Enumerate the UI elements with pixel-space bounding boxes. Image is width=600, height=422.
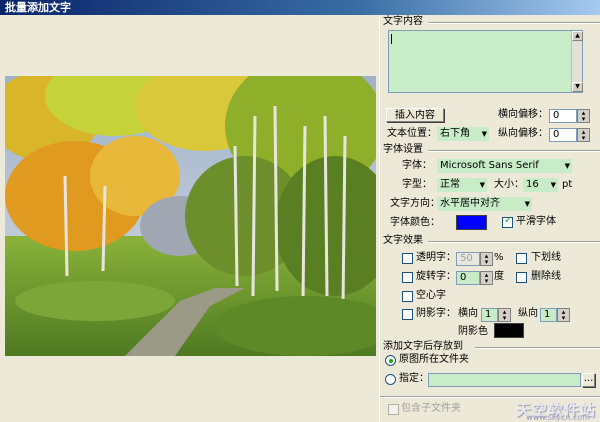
rotate-input[interactable]: 0 [456,271,480,285]
size-label: 大小： [494,179,524,190]
window-title: 批量添加文字 [0,0,600,15]
font-color-swatch[interactable] [456,215,487,230]
position-select[interactable]: 右下角 ▼ [437,127,489,141]
hollow-label: 空心字 [416,290,446,301]
scroll-up-icon[interactable]: ▲ [572,31,583,41]
shadow-v-spinner[interactable]: ▴ ▾ [557,308,570,322]
font-select[interactable]: Microsoft Sans Serif ▼ [437,159,572,173]
preview-image [5,76,376,356]
text-caret [391,34,392,44]
text-content-input[interactable]: ▲ ▼ [388,30,583,93]
original-folder-label: 原图所在文件夹 [399,354,469,365]
underline-checkbox[interactable] [516,253,527,264]
v-offset-label: 纵向偏移： [498,128,548,139]
h-offset-input[interactable]: 0 [549,109,577,123]
opacity-input[interactable]: 50 [456,252,480,266]
font-label: 字体： [402,160,432,171]
text-scrollbar[interactable]: ▲ ▼ [571,31,583,92]
shadow-h-label: 横向 [458,308,478,319]
rotate-label: 旋转字： [416,271,456,282]
style-value: 正常 [440,179,460,190]
shadow-h-input[interactable]: 1 [481,308,498,322]
specify-label: 指定： [399,373,429,384]
original-folder-radio[interactable] [385,355,396,366]
shadow-label: 阴影字： [416,308,456,319]
position-label: 文本位置： [387,128,437,139]
shadow-checkbox[interactable] [402,309,413,320]
divider [428,241,600,243]
smooth-font-label: 平滑字体 [516,216,556,227]
style-select[interactable]: 正常 ▼ [437,178,487,192]
divider [428,150,600,152]
h-offset-label: 横向偏移： [498,109,548,120]
browse-button[interactable]: ... [582,373,595,387]
chevron-down-icon: ▼ [481,130,487,138]
shadow-v-label: 纵向 [518,308,538,319]
divider [428,22,600,24]
rotate-checkbox[interactable] [402,272,413,283]
strikethrough-checkbox[interactable] [516,272,527,283]
shadow-color-swatch[interactable] [494,323,524,338]
direction-select[interactable]: 水平居中对齐 ▼ [437,197,532,211]
settings-pane: 文字内容 ▲ ▼ 插入内容 横向偏移： 0 ▴ ▾ 文本位置： 右下角 ▼ 纵向偏… [379,15,600,422]
strikethrough-label: 删除线 [531,271,561,282]
specify-path-input[interactable] [428,373,581,387]
text-content-group-label: 文字内容 [383,16,423,27]
chevron-down-icon: ▼ [479,181,485,189]
insert-content-button[interactable]: 插入内容 [386,108,444,122]
position-value: 右下角 [440,128,470,139]
scroll-down-icon[interactable]: ▼ [572,82,583,92]
chevron-down-icon: ▼ [564,162,570,170]
chevron-down-icon: ▼ [524,200,530,208]
text-effects-group-label: 文字效果 [383,235,423,246]
preview-pane [0,15,380,422]
rotate-spinner[interactable]: ▴ ▾ [480,271,493,285]
opacity-label: 透明字： [416,252,456,263]
font-settings-group-label: 字体设置 [383,144,423,155]
divider [380,396,600,398]
shadow-h-spinner[interactable]: ▴ ▾ [498,308,511,322]
opacity-unit: % [494,252,504,263]
size-value: 16 [526,179,539,190]
shadow-v-input[interactable]: 1 [540,308,557,322]
smooth-font-checkbox[interactable]: ✓ [502,215,513,228]
direction-value: 水平居中对齐 [440,198,500,209]
h-offset-spinner[interactable]: ▴ ▾ [577,109,590,123]
direction-label: 文字方向： [390,198,440,209]
opacity-spinner[interactable]: ▴ ▾ [480,252,493,266]
checkmark-icon: ✓ [504,215,513,226]
divider [475,347,600,349]
size-select[interactable]: 16 ▼ [523,178,558,192]
rotate-unit: 度 [494,271,504,282]
opacity-checkbox[interactable] [402,253,413,264]
v-offset-spinner[interactable]: ▴ ▾ [577,128,590,142]
size-unit: pt [562,179,573,190]
chevron-down-icon: ▼ [550,181,556,189]
specify-folder-radio[interactable] [385,374,396,385]
v-offset-input[interactable]: 0 [549,128,577,142]
font-color-label: 字体颜色： [390,217,440,228]
shadow-color-label: 阴影色 [458,326,488,337]
underline-label: 下划线 [531,252,561,263]
font-value: Microsoft Sans Serif [440,160,539,171]
include-subfolders-checkbox[interactable] [388,404,399,415]
radio-dot-icon [389,359,393,363]
include-subfolders-label: 包含子文件夹 [401,403,461,414]
site-watermark-url: www.skycn.com [526,413,590,422]
style-label: 字型： [402,179,432,190]
hollow-checkbox[interactable] [402,291,413,302]
save-location-group-label: 添加文字后存放到 [383,341,463,352]
